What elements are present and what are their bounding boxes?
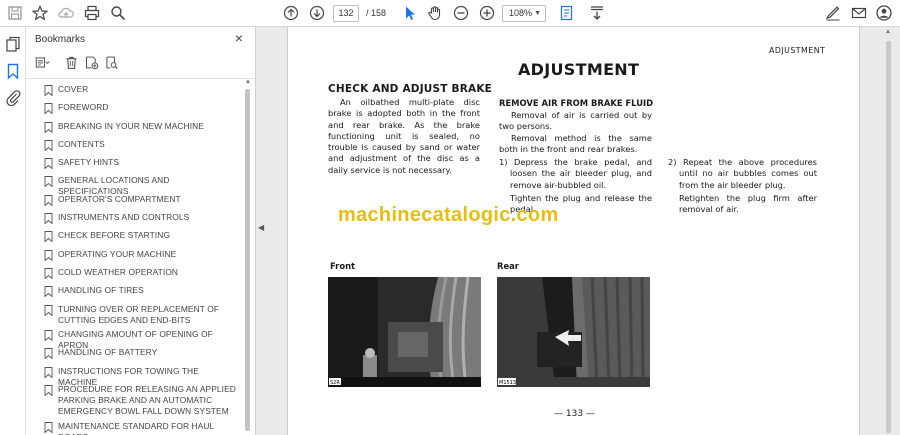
photo-front-code: S2R — [330, 380, 340, 386]
bookmark-icon — [44, 194, 53, 206]
delete-icon[interactable] — [63, 54, 79, 70]
bookmark-item-towing[interactable]: INSTRUCTIONS FOR TOWING THE MACHINE — [26, 366, 244, 387]
sign-icon[interactable] — [824, 4, 842, 22]
photo-rear-code: M1513 — [499, 380, 516, 386]
subsection-title: REMOVE AIR FROM BRAKE FLUID — [499, 98, 654, 108]
bookmark-item-general-locations[interactable]: GENERAL LOCATIONS AND SPECIFICATIONS — [26, 175, 244, 196]
bookmark-icon — [44, 176, 53, 188]
bookmark-item-operators-compartment[interactable]: OPERATOR'S COMPARTMENT — [26, 194, 244, 212]
save-icon[interactable] — [6, 4, 24, 22]
bookmark-item-breaking-in[interactable]: BREAKING IN YOUR NEW MACHINE — [26, 121, 244, 139]
bookmark-item-haul-roads[interactable]: MAINTENANCE STANDARD FOR HAUL ROADS — [26, 421, 244, 435]
find-bookmark-icon[interactable] — [103, 54, 119, 70]
bookmark-icon — [44, 385, 53, 396]
bookmark-item-apron[interactable]: CHANGING AMOUNT OF OPENING OF APRON — [26, 329, 244, 350]
pdf-page: ADJUSTMENT ADJUSTMENT CHECK AND ADJUST B… — [287, 27, 860, 435]
page-total: / 158 — [366, 8, 387, 18]
top-toolbar: 132 / 158 108% ▼ — [0, 0, 900, 27]
scroll-thumb[interactable] — [886, 41, 891, 433]
zoom-in-icon[interactable] — [478, 4, 496, 22]
section-title: CHECK AND ADJUST BRAKE — [328, 83, 493, 95]
bookmark-icon — [44, 286, 53, 298]
upload-cloud-icon[interactable] — [57, 4, 75, 22]
bookmark-icon — [44, 422, 53, 433]
scroll-up-icon[interactable]: ▲ — [885, 29, 891, 35]
bookmark-icon — [44, 348, 53, 360]
scroll-up-icon[interactable]: ▲ — [245, 79, 251, 85]
close-icon[interactable]: × — [232, 31, 246, 45]
options-menu-icon[interactable] — [34, 54, 50, 70]
new-bookmark-icon[interactable] — [83, 54, 99, 70]
bookmark-item-parking-brake[interactable]: PROCEDURE FOR RELEASING AN APPLIED PARKI… — [26, 384, 244, 421]
document-scrollbar[interactable]: ▲ — [880, 27, 900, 435]
print-icon[interactable] — [83, 4, 101, 22]
select-cursor-icon[interactable] — [401, 4, 419, 22]
zoom-select[interactable]: 108% ▼ — [502, 5, 546, 22]
bookmark-item-tires[interactable]: HANDLING OF TIRES — [26, 285, 244, 303]
bookmark-icon — [44, 139, 53, 151]
page-title: ADJUSTMENT — [518, 60, 640, 79]
page-fit-icon[interactable] — [558, 4, 576, 22]
subsection-para-2: Removal method is the same both in the f… — [499, 133, 652, 155]
account-icon[interactable] — [875, 4, 893, 22]
bookmark-icon — [44, 231, 53, 243]
hand-tool-icon[interactable] — [426, 4, 444, 22]
page-header: ADJUSTMENT — [769, 46, 826, 55]
bookmark-item-cover[interactable]: COVER — [26, 84, 244, 102]
photo-rear: M1513 — [497, 277, 650, 387]
previous-page-icon[interactable] — [282, 4, 300, 22]
step-2-cont: Retighten the plug firm after removal of… — [679, 193, 817, 215]
bookmark-item-battery[interactable]: HANDLING OF BATTERY — [26, 347, 244, 365]
bookmarks-panel: Bookmarks × COVER FOREWORD BREAKING IN Y… — [26, 27, 256, 435]
bookmark-icon — [44, 213, 53, 225]
watermark: machinecatalogic.com — [338, 204, 559, 226]
bookmark-item-cutting-edges[interactable]: TURNING OVER OR REPLACEMENT OF CUTTING E… — [26, 304, 244, 330]
photo-front: S2R — [328, 277, 481, 387]
collapse-panel-icon[interactable]: ◀ — [258, 223, 264, 232]
photo-rear-label: Rear — [497, 261, 519, 271]
bookmark-icon — [44, 158, 53, 170]
bookmark-icon — [44, 121, 53, 133]
step-1: 1) Depress the brake pedal, and loosen t… — [499, 157, 652, 190]
section-body: An oilbathed multi-plate disc brake is a… — [328, 97, 480, 175]
scroll-mode-icon[interactable] — [588, 4, 606, 22]
bookmark-icon — [44, 268, 53, 279]
bookmark-icon — [44, 304, 53, 316]
subsection-para-1: Removal of air is carried out by two per… — [499, 110, 652, 132]
bookmark-item-foreword[interactable]: FOREWORD — [26, 102, 244, 120]
bookmark-item-instruments[interactable]: INSTRUMENTS AND CONTROLS — [26, 212, 244, 230]
panel-scrollbar[interactable]: ▲ — [245, 79, 251, 435]
zoom-out-icon[interactable] — [452, 4, 470, 22]
bookmark-star-icon[interactable] — [31, 4, 49, 22]
bookmark-item-contents[interactable]: CONTENTS — [26, 139, 244, 157]
bookmark-item-safety-hints[interactable]: SAFETY HINTS — [26, 157, 244, 175]
chevron-down-icon: ▼ — [534, 10, 541, 17]
panel-title: Bookmarks — [35, 34, 86, 45]
bookmark-icon — [44, 85, 53, 96]
zoom-value: 108% — [509, 8, 533, 18]
bookmark-list: COVER FOREWORD BREAKING IN YOUR NEW MACH… — [26, 79, 244, 435]
bookmark-icon — [44, 103, 53, 115]
search-icon[interactable] — [109, 4, 127, 22]
bookmark-item-cold-weather[interactable]: COLD WEATHER OPERATION — [26, 267, 244, 285]
photo-front-label: Front — [330, 261, 356, 271]
bookmark-icon — [44, 366, 53, 378]
bookmark-icon — [44, 330, 53, 342]
page-number-input[interactable]: 132 — [333, 5, 359, 22]
next-page-icon[interactable] — [308, 4, 326, 22]
scroll-thumb[interactable] — [245, 89, 250, 431]
bookmark-item-operating[interactable]: OPERATING YOUR MACHINE — [26, 249, 244, 267]
bookmark-icon — [44, 249, 53, 261]
side-rail — [0, 27, 26, 435]
email-icon[interactable] — [850, 4, 868, 22]
page-footer-number: — 133 — — [554, 409, 595, 419]
bookmarks-icon[interactable] — [4, 62, 22, 80]
step-2: 2) Repeat the above procedures until no … — [668, 157, 817, 190]
bookmark-item-check-before-starting[interactable]: CHECK BEFORE STARTING — [26, 230, 244, 248]
pages-icon[interactable] — [4, 35, 22, 53]
attachment-icon[interactable] — [4, 88, 22, 106]
